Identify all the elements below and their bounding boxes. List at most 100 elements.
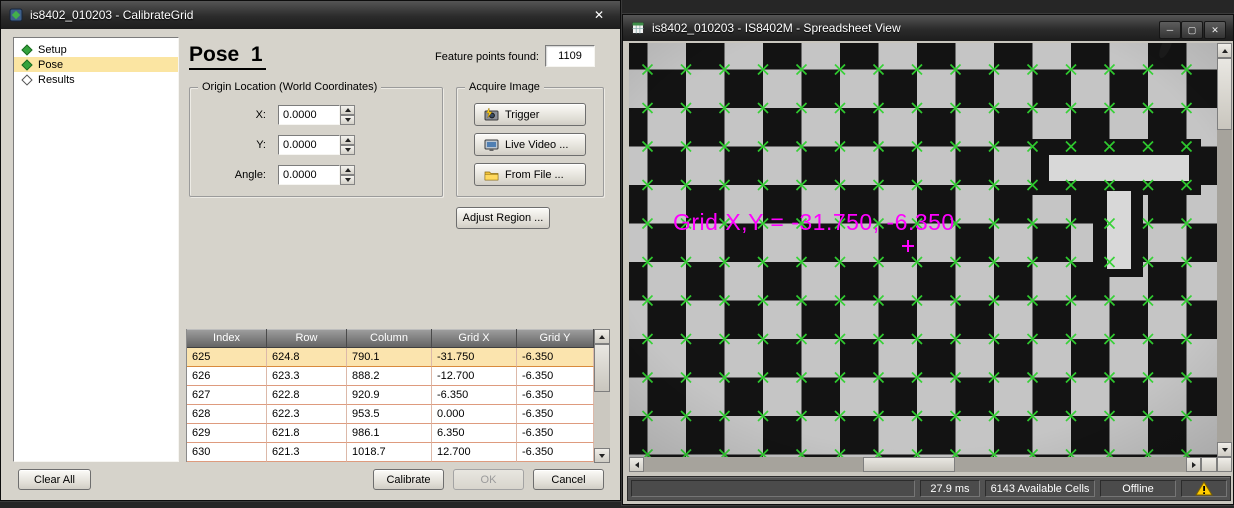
table-row[interactable]: 630 621.3 1018.7 12.700 -6.350 — [187, 443, 594, 462]
y-label: Y: — [194, 139, 266, 151]
close-icon[interactable]: ✕ — [590, 7, 608, 23]
sidebar-item-results[interactable]: Results — [14, 72, 178, 87]
table-row[interactable]: 627 622.8 920.9 -6.350 -6.350 — [187, 386, 594, 405]
cell-gridy: -6.350 — [517, 405, 594, 424]
pose-heading: Pose 1 — [189, 43, 266, 70]
trigger-button[interactable]: Trigger — [474, 103, 586, 126]
cell-index: 625 — [187, 348, 267, 367]
cell-index: 630 — [187, 443, 267, 462]
spreadsheet-app-icon — [631, 21, 645, 35]
sidebar-item-label: Results — [38, 74, 75, 86]
grid-xy-overlay-label: Grid X,Y = -31.750, -6.350 — [673, 209, 955, 236]
column-header: Grid X — [432, 329, 517, 348]
cell-gridy: -6.350 — [517, 386, 594, 405]
origin-marker-icon — [901, 239, 915, 253]
scrollbar-splitter[interactable] — [1201, 457, 1217, 472]
scroll-up-icon[interactable] — [1217, 43, 1232, 58]
cell-column: 986.1 — [347, 424, 432, 443]
calibrategrid-titlebar[interactable]: is8402_010203 - CalibrateGrid ✕ — [1, 1, 620, 29]
grid-points-table: Index Row Column Grid X Grid Y 625 624.8… — [186, 329, 594, 462]
table-row[interactable]: 626 623.3 888.2 -12.700 -6.350 — [187, 367, 594, 386]
y-input[interactable] — [278, 135, 340, 155]
spin-up-button[interactable] — [340, 105, 355, 115]
cell-row: 622.8 — [267, 386, 347, 405]
cell-gridy: -6.350 — [517, 348, 594, 367]
scroll-right-icon[interactable] — [1186, 457, 1201, 472]
ok-button: OK — [453, 469, 524, 490]
cell-index: 629 — [187, 424, 267, 443]
table-row[interactable]: 629 621.8 986.1 6.350 -6.350 — [187, 424, 594, 443]
from-file-button[interactable]: From File ... — [474, 163, 586, 186]
table-row[interactable]: 628 622.3 953.5 0.000 -6.350 — [187, 405, 594, 424]
cell-gridx: -31.750 — [432, 348, 517, 367]
feature-points-label: Feature points found: — [413, 51, 539, 63]
cell-gridx: 0.000 — [432, 405, 517, 424]
horizontal-scrollbar[interactable] — [629, 457, 1201, 472]
available-cells-segment: 6143 Available Cells — [985, 480, 1095, 497]
clear-all-button[interactable]: Clear All — [18, 469, 91, 490]
sidebar-item-label: Pose — [38, 59, 63, 71]
resize-grip[interactable] — [1217, 457, 1232, 472]
cancel-button[interactable]: Cancel — [533, 469, 604, 490]
scrollbar-thumb[interactable] — [1217, 58, 1232, 130]
cell-gridy: -6.350 — [517, 367, 594, 386]
cell-column: 790.1 — [347, 348, 432, 367]
app-icon — [9, 8, 23, 22]
minimize-icon[interactable]: ─ — [1159, 21, 1181, 39]
scrollbar-thumb[interactable] — [863, 457, 955, 472]
spin-down-button[interactable] — [340, 145, 355, 155]
checkerboard-image — [629, 43, 1217, 457]
close-icon[interactable]: ✕ — [1204, 21, 1226, 39]
scroll-up-icon[interactable] — [594, 329, 610, 344]
cell-index: 628 — [187, 405, 267, 424]
sidebar-item-pose[interactable]: Pose — [14, 57, 178, 72]
cell-index: 627 — [187, 386, 267, 405]
sidebar-item-label: Setup — [38, 44, 67, 56]
trigger-button-label: Trigger — [505, 109, 539, 121]
scrollbar-thumb[interactable] — [594, 344, 610, 392]
cell-gridx: -12.700 — [432, 367, 517, 386]
calibrate-button[interactable]: Calibrate — [373, 469, 444, 490]
scroll-left-icon[interactable] — [629, 457, 644, 472]
from-file-icon — [484, 169, 499, 181]
calibrategrid-window: is8402_010203 - CalibrateGrid ✕ Setup Po… — [0, 0, 621, 501]
vertical-scrollbar[interactable] — [1217, 43, 1232, 457]
cell-column: 1018.7 — [347, 443, 432, 462]
warning-segment — [1181, 480, 1227, 497]
live-video-button-label: Live Video ... — [505, 139, 568, 151]
from-file-button-label: From File ... — [505, 169, 564, 181]
x-input[interactable] — [278, 105, 340, 125]
diamond-icon — [21, 44, 32, 55]
table-scrollbar[interactable] — [594, 329, 610, 463]
connection-status-segment: Offline — [1100, 480, 1176, 497]
window-title: is8402_010203 - IS8402M - Spreadsheet Vi… — [652, 21, 901, 35]
angle-input[interactable] — [278, 165, 340, 185]
spin-down-button[interactable] — [340, 175, 355, 185]
desktop: is8402_010203 - CalibrateGrid ✕ Setup Po… — [0, 0, 1234, 508]
diamond-icon — [21, 74, 32, 85]
cell-column: 920.9 — [347, 386, 432, 405]
scroll-down-icon[interactable] — [594, 448, 610, 463]
cell-gridy: -6.350 — [517, 443, 594, 462]
window-title: is8402_010203 - CalibrateGrid — [30, 8, 193, 22]
cell-row: 623.3 — [267, 367, 347, 386]
cell-column: 953.5 — [347, 405, 432, 424]
cell-row: 621.3 — [267, 443, 347, 462]
spin-down-button[interactable] — [340, 115, 355, 125]
live-video-button[interactable]: Live Video ... — [474, 133, 586, 156]
adjust-region-button[interactable]: Adjust Region ... — [456, 207, 550, 229]
cell-gridx: 12.700 — [432, 443, 517, 462]
cell-row: 622.3 — [267, 405, 347, 424]
table-row[interactable]: 625 624.8 790.1 -31.750 -6.350 — [187, 348, 594, 367]
angle-stepper — [278, 165, 355, 185]
warning-icon — [1195, 481, 1213, 496]
calibration-steps-sidebar: Setup Pose Results — [13, 37, 179, 462]
maximize-icon[interactable]: ▢ — [1181, 21, 1203, 39]
spin-up-button[interactable] — [340, 165, 355, 175]
acquire-image-group: Acquire Image Trigger Live Video ... — [456, 87, 604, 197]
column-header: Index — [187, 329, 267, 348]
spin-up-button[interactable] — [340, 135, 355, 145]
spreadsheet-view-titlebar[interactable]: is8402_010203 - IS8402M - Spreadsheet Vi… — [623, 15, 1233, 41]
scroll-down-icon[interactable] — [1217, 442, 1232, 457]
sidebar-item-setup[interactable]: Setup — [14, 42, 178, 57]
